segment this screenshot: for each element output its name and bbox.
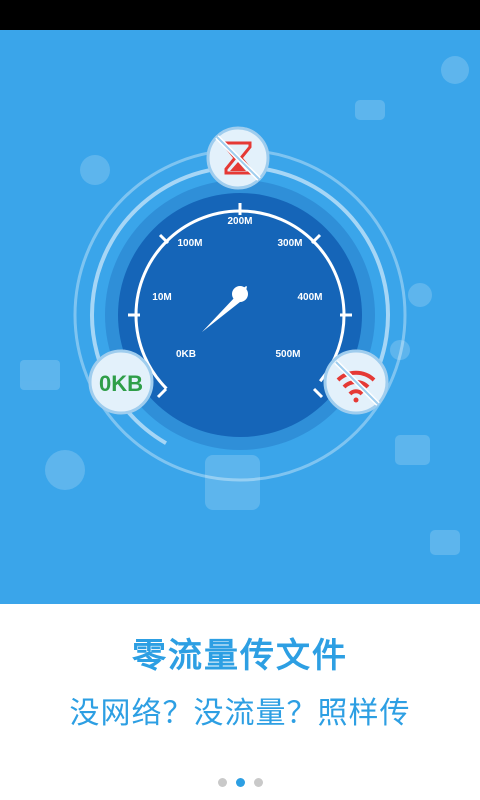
gauge-face — [118, 193, 362, 437]
hero-illustration: 0KB 10M 100M 200M 300M 400M 500M 0KB — [0, 30, 480, 604]
reading-badge: 0KB — [88, 349, 154, 415]
gauge-label-300m: 300M — [277, 238, 302, 249]
gauge-label-400m: 400M — [297, 292, 322, 303]
wifi-crossed-icon — [323, 349, 389, 415]
gauge-label-10m: 10M — [152, 292, 171, 303]
reading-value: 0KB — [99, 371, 143, 396]
gauge-needle-head — [232, 286, 248, 302]
hourglass-crossed-icon — [206, 126, 270, 190]
page-dot-2[interactable] — [235, 778, 245, 787]
gauge-illustration: 0KB 10M 100M 200M 300M 400M 500M 0KB — [20, 56, 469, 555]
gauge-label-0kb: 0KB — [176, 349, 196, 360]
page-subtitle: 没网络？没流量？照样传 — [69, 696, 411, 731]
status-bar — [0, 0, 480, 30]
page-indicator — [0, 778, 480, 787]
gauge-label-200m: 200M — [227, 216, 252, 227]
gauge-label-100m: 100M — [177, 238, 202, 249]
page-dot-3[interactable] — [253, 778, 263, 787]
gauge-label-500m: 500M — [275, 349, 300, 360]
page-title: 零流量传文件 — [132, 636, 348, 676]
page-dot-1[interactable] — [217, 778, 227, 787]
